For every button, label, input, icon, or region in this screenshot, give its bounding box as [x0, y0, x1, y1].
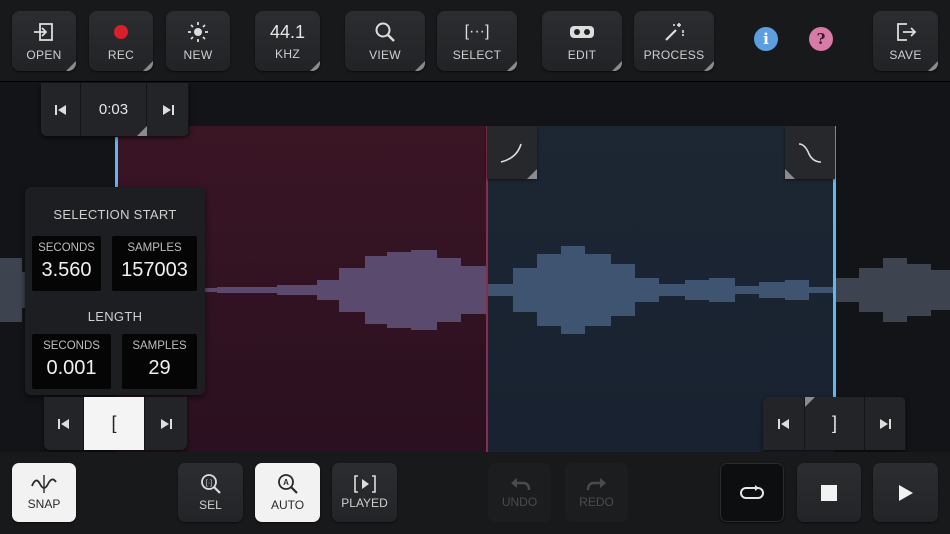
- zoom-selection-icon: [·]: [200, 474, 221, 494]
- redo-icon: [586, 478, 606, 491]
- view-label: VIEW: [369, 48, 401, 62]
- skip-back-icon: [777, 418, 789, 429]
- start-marker-nav: [: [44, 397, 187, 450]
- top-toolbar: OPEN REC NEW 44.1 KHZ VIEW [···] SELECT …: [0, 0, 950, 82]
- record-label: REC: [107, 48, 135, 62]
- redo-button[interactable]: REDO: [565, 463, 628, 522]
- save-button[interactable]: SAVE: [873, 11, 938, 71]
- selection-info-panel: SELECTION START SECONDS 3.560 SAMPLES 15…: [25, 187, 205, 395]
- skip-back-icon: [54, 104, 66, 115]
- help-icon[interactable]: ?: [809, 27, 833, 51]
- magnifier-icon: [374, 20, 396, 44]
- view-button[interactable]: VIEW: [345, 11, 425, 71]
- info-icon[interactable]: i: [754, 27, 778, 51]
- auto-zoom-icon: A: [277, 474, 298, 494]
- start-marker-next-button[interactable]: [145, 397, 187, 450]
- save-label: SAVE: [889, 48, 922, 62]
- skip-forward-icon: [161, 418, 172, 429]
- record-button[interactable]: REC: [89, 11, 153, 71]
- open-button[interactable]: OPEN: [12, 11, 76, 71]
- start-seconds-value: 3.560: [41, 259, 92, 281]
- length-seconds-label: SECONDS: [43, 340, 100, 352]
- skip-forward-button[interactable]: [147, 83, 189, 136]
- length-samples-label: SAMPLES: [132, 340, 187, 352]
- tape-icon: [569, 20, 595, 44]
- bottom-toolbar: SNAP [·] SEL A AUTO PLAYED UNDO REDO: [0, 452, 950, 534]
- start-marker-bracket[interactable]: [: [84, 397, 145, 450]
- start-samples-value: 157003: [121, 259, 188, 281]
- svg-text:A: A: [283, 478, 289, 487]
- length-seconds-field[interactable]: SECONDS 0.001: [32, 334, 111, 389]
- played-icon: [353, 475, 376, 493]
- length-samples-field[interactable]: SAMPLES 29: [122, 334, 197, 389]
- start-samples-field[interactable]: SAMPLES 157003: [112, 236, 197, 291]
- auto-label: AUTO: [270, 498, 305, 512]
- length-samples-value: 29: [148, 357, 171, 379]
- process-label: PROCESS: [643, 48, 705, 62]
- undo-label: UNDO: [501, 495, 538, 509]
- stop-icon: [821, 484, 837, 501]
- play-icon: [898, 484, 913, 501]
- select-label: SELECT: [452, 48, 502, 62]
- skip-forward-icon: [162, 104, 174, 115]
- selection-start-title: SELECTION START: [53, 207, 177, 222]
- sample-rate-button[interactable]: 44.1 KHZ: [255, 11, 320, 71]
- redo-label: REDO: [579, 495, 614, 509]
- new-label: NEW: [183, 48, 213, 62]
- end-marker-next-button[interactable]: [865, 397, 906, 450]
- end-marker-nav: ]: [763, 397, 906, 450]
- undo-icon: [510, 478, 530, 491]
- undo-button[interactable]: UNDO: [488, 463, 551, 522]
- edit-button[interactable]: EDIT: [542, 11, 622, 71]
- zoom-selection-button[interactable]: [·] SEL: [178, 463, 243, 522]
- played-label: PLAYED: [341, 496, 388, 510]
- new-button[interactable]: NEW: [166, 11, 230, 71]
- select-bracket-icon: [···]: [464, 23, 490, 40]
- magic-wand-icon: [663, 20, 685, 44]
- stop-button[interactable]: [797, 463, 861, 522]
- record-icon: [112, 20, 130, 44]
- sample-rate-unit: KHZ: [275, 46, 300, 61]
- svg-text:[·]: [·]: [205, 480, 211, 487]
- length-seconds-value: 0.001: [46, 357, 97, 379]
- sample-rate-value: 44.1: [269, 21, 306, 42]
- end-marker-prev-button[interactable]: [763, 397, 805, 450]
- skip-back-icon: [57, 418, 69, 429]
- start-seconds-field[interactable]: SECONDS 3.560: [32, 236, 101, 291]
- save-icon: [895, 20, 917, 44]
- start-seconds-label: SECONDS: [38, 242, 95, 254]
- play-button[interactable]: [873, 463, 938, 522]
- loop-icon: [740, 484, 764, 499]
- sel-label: SEL: [199, 498, 222, 512]
- snap-button[interactable]: SNAP: [12, 463, 76, 522]
- select-button[interactable]: [···] SELECT: [437, 11, 517, 71]
- sun-icon: [187, 20, 209, 44]
- selection-start-marker[interactable]: [115, 137, 118, 187]
- snap-label: SNAP: [27, 497, 61, 511]
- start-samples-label: SAMPLES: [127, 242, 182, 254]
- skip-back-button[interactable]: [41, 83, 81, 136]
- fade-out-button[interactable]: [785, 126, 835, 179]
- length-title: LENGTH: [87, 309, 143, 324]
- played-button[interactable]: PLAYED: [332, 463, 397, 522]
- open-label: OPEN: [26, 48, 62, 62]
- auto-zoom-button[interactable]: A AUTO: [255, 463, 320, 522]
- loop-button[interactable]: [720, 463, 784, 522]
- process-button[interactable]: PROCESS: [634, 11, 714, 71]
- skip-forward-icon: [880, 418, 891, 429]
- audio-editor-app: OPEN REC NEW 44.1 KHZ VIEW [···] SELECT …: [0, 0, 950, 534]
- start-marker-prev-button[interactable]: [44, 397, 84, 450]
- time-navigator: 0:03: [41, 83, 189, 136]
- snap-wave-icon: [31, 475, 57, 493]
- edit-label: EDIT: [567, 48, 597, 62]
- open-icon: [33, 20, 55, 44]
- fade-in-button[interactable]: [487, 126, 537, 179]
